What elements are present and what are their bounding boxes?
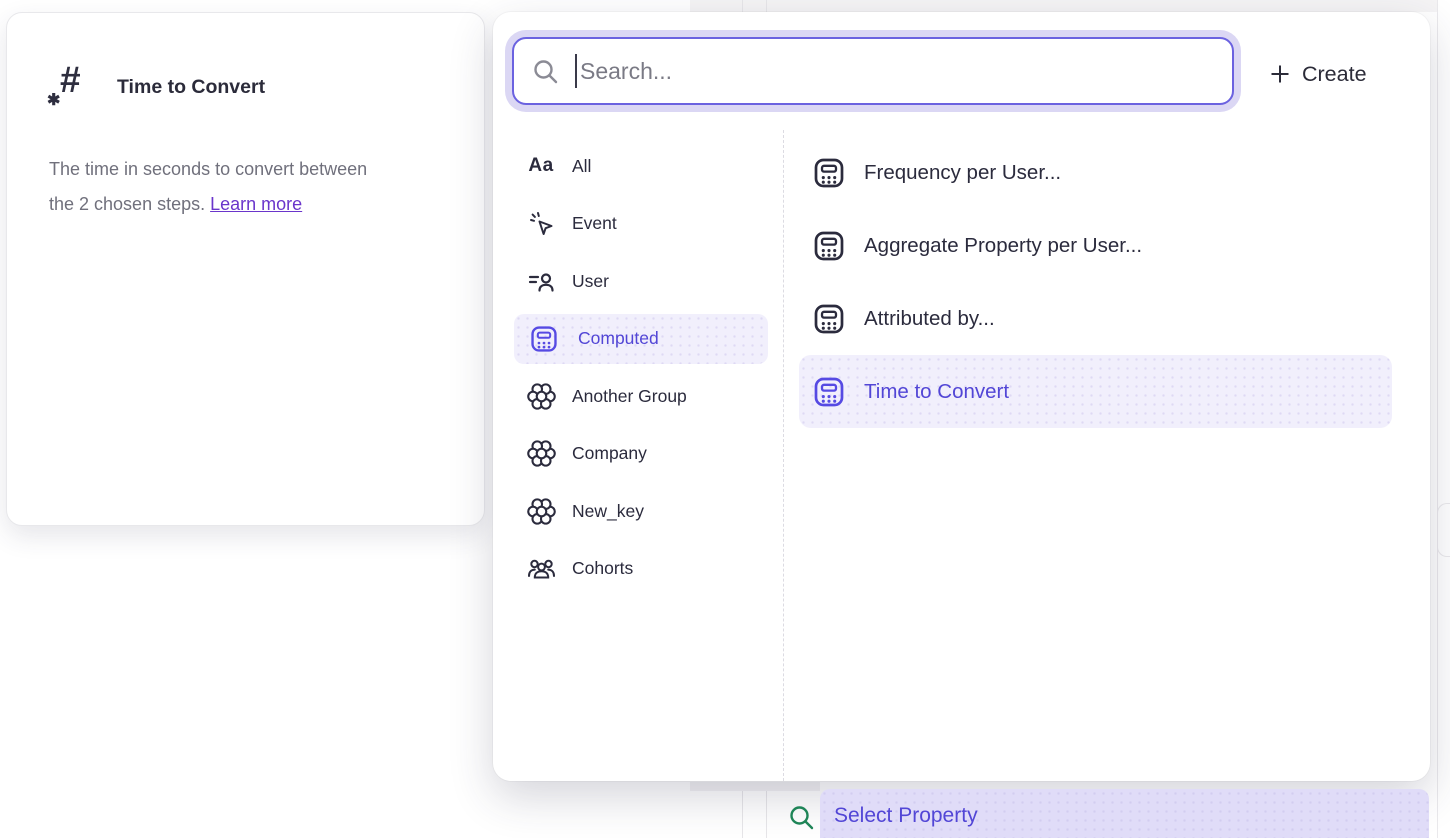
hash-glyph: # [60, 59, 81, 101]
text-cursor [575, 54, 577, 88]
numeric-hash-icon: # ✱ [47, 63, 97, 115]
category-item-computed[interactable]: Computed [514, 314, 768, 364]
star-glyph: ✱ [47, 90, 60, 110]
category-label: User [572, 271, 609, 292]
select-property-field[interactable]: Select Property [820, 789, 1429, 838]
tooltip-title: Time to Convert [117, 73, 265, 101]
group-cluster-icon [526, 497, 556, 526]
tooltip-description: The time in seconds to convert between t… [49, 152, 449, 222]
result-item-time-to-convert[interactable]: Time to Convert [799, 355, 1392, 428]
result-item-aggregate-property-per-user[interactable]: Aggregate Property per User... [799, 209, 1392, 282]
property-search-icon [788, 804, 815, 831]
result-list: Frequency per User... Aggregate Property… [799, 136, 1392, 428]
category-label: Company [572, 443, 647, 464]
tooltip-description-line1: The time in seconds to convert between [49, 159, 367, 179]
select-property-label: Select Property [834, 804, 978, 828]
result-label: Frequency per User... [864, 161, 1061, 185]
category-label: New_key [572, 501, 644, 522]
tooltip-description-line2: the 2 chosen steps. [49, 194, 210, 214]
category-list: Aa All Event [514, 141, 768, 594]
learn-more-link[interactable]: Learn more [210, 194, 302, 214]
group-cluster-icon [526, 382, 556, 411]
background-ui-bottom-edge [690, 782, 820, 791]
create-button-label: Create [1302, 62, 1367, 87]
calculator-icon [526, 324, 562, 354]
category-item-all[interactable]: Aa All [514, 141, 768, 191]
cohorts-people-icon [526, 556, 556, 581]
result-item-attributed-by[interactable]: Attributed by... [799, 282, 1392, 355]
background-ui-card-corner [1437, 503, 1450, 557]
calculator-icon [811, 156, 847, 190]
user-list-icon [526, 268, 556, 294]
create-button[interactable]: Create [1263, 46, 1373, 102]
category-item-new-key[interactable]: New_key [514, 486, 768, 536]
result-label: Attributed by... [864, 307, 995, 331]
background-ui-divider [742, 791, 743, 838]
calculator-icon [811, 302, 847, 336]
result-item-frequency-per-user[interactable]: Frequency per User... [799, 136, 1392, 209]
category-label: Event [572, 213, 617, 234]
category-item-another-group[interactable]: Another Group [514, 371, 768, 421]
group-cluster-icon [526, 439, 556, 468]
click-cursor-icon [526, 210, 556, 237]
category-item-user[interactable]: User [514, 256, 768, 306]
background-ui-top-edge [690, 0, 1437, 12]
result-label: Aggregate Property per User... [864, 234, 1142, 258]
background-ui-right-edge [1437, 0, 1438, 838]
search-field-container[interactable] [512, 37, 1234, 105]
category-label: Another Group [572, 386, 687, 407]
category-label: Computed [578, 328, 659, 349]
property-tooltip-card: # ✱ Time to Convert The time in seconds … [6, 12, 485, 526]
property-picker-dropdown: Create Aa All Event [493, 12, 1430, 781]
text-aa-icon: Aa [526, 155, 556, 177]
category-item-company[interactable]: Company [514, 429, 768, 479]
column-divider [783, 130, 784, 781]
result-label: Time to Convert [864, 380, 1009, 404]
category-label: Cohorts [572, 558, 633, 579]
background-ui-divider [766, 791, 767, 838]
category-label: All [572, 156, 591, 177]
category-item-event[interactable]: Event [514, 199, 768, 249]
search-input[interactable] [580, 41, 1232, 101]
background-ui-divider [742, 0, 743, 12]
calculator-icon [811, 375, 847, 409]
background-ui-divider [766, 0, 767, 12]
plus-icon [1269, 63, 1291, 85]
calculator-icon [811, 229, 847, 263]
search-icon [532, 58, 559, 85]
category-item-cohorts[interactable]: Cohorts [514, 544, 768, 594]
